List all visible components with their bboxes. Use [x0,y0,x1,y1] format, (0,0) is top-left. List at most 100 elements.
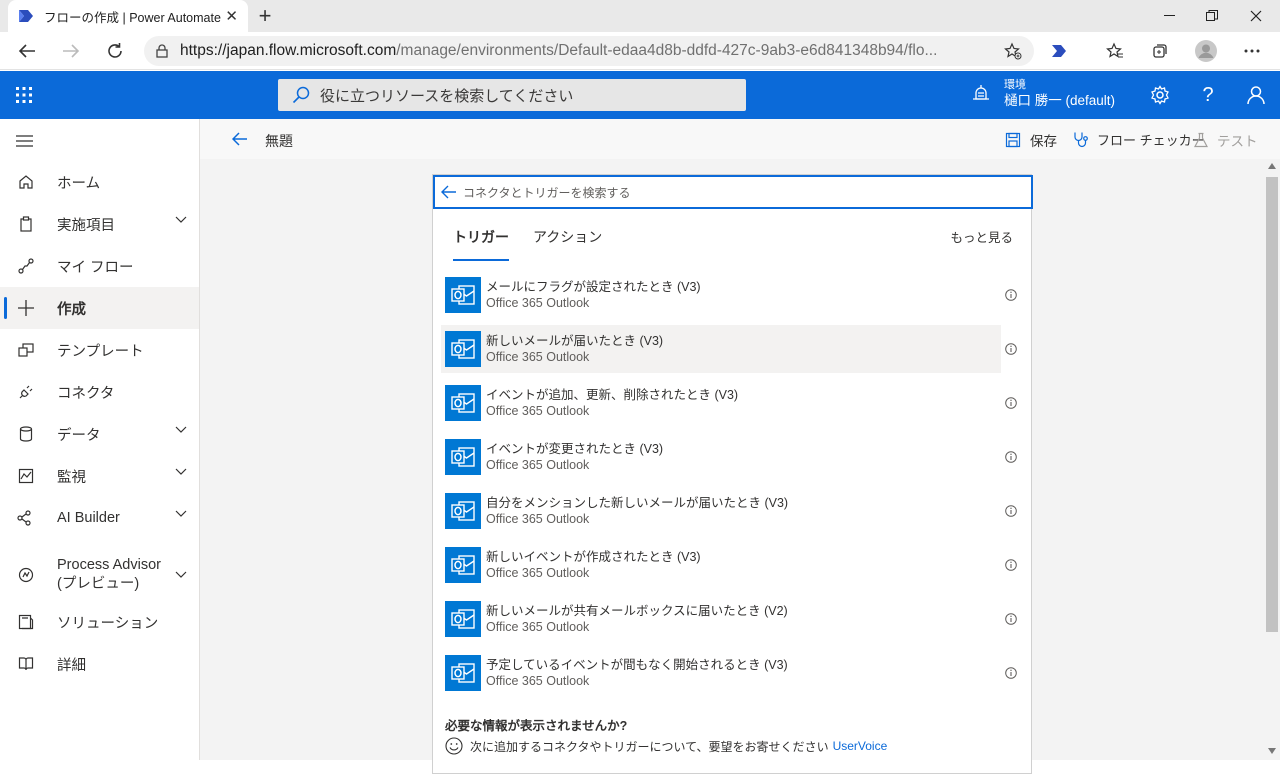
back-arrow-icon[interactable] [441,185,457,199]
outlook-connector-icon [445,277,481,313]
trigger-item[interactable]: 新しいメールが共有メールボックスに届いたとき (V2) Office 365 Ou… [441,595,1001,643]
collections-icon[interactable] [1145,36,1175,66]
trigger-connector: Office 365 Outlook [486,350,590,364]
stethoscope-icon [1072,131,1090,149]
flow-checker-label: フロー チェッカー [1097,133,1205,148]
flow-checker-button[interactable]: フロー チェッカー [1072,130,1205,149]
power-automate-extension-icon[interactable] [1044,36,1074,66]
uservoice-link[interactable]: UserVoice [833,739,888,753]
nav-item-my-flows[interactable]: マイ フロー [0,245,199,287]
forward-button[interactable] [56,36,86,66]
nav-label: 実施項目 [57,217,115,234]
nav-item-process-advisor[interactable]: Process Advisor (プレビュー) [0,549,199,601]
info-icon[interactable] [1005,505,1017,517]
more-options-icon[interactable] [1237,36,1267,66]
back-arrow-icon[interactable] [232,132,248,146]
browser-tab[interactable]: フローの作成 | Power Automate ✕ [8,0,248,32]
connector-search-placeholder: コネクタとトリガーを検索する [463,185,631,200]
refresh-button[interactable] [100,36,130,66]
address-bar[interactable]: https://japan.flow.microsoft.com/manage/… [144,36,1034,66]
clipboard-icon [16,214,36,234]
trigger-item[interactable]: イベントが追加、更新、削除されたとき (V3) Office 365 Outloo… [441,379,1001,427]
tab-actions[interactable]: アクション [533,227,602,261]
power-automate-logo-icon [18,9,34,23]
chevron-down-icon[interactable] [175,426,187,434]
nav-label: ソリューション [57,615,159,632]
nav-item-solutions[interactable]: ソリューション [0,601,199,643]
see-more-link[interactable]: もっと見る [950,227,1013,246]
chevron-down-icon[interactable] [175,216,187,224]
environment-icon [972,84,990,102]
trigger-item[interactable]: 予定しているイベントが間もなく開始されるとき (V3) Office 365 Ou… [441,649,1001,697]
add-favorite-icon[interactable] [1004,42,1022,60]
nav-item-action-items[interactable]: 実施項目 [0,203,199,245]
chevron-down-icon[interactable] [175,510,187,518]
footer-question: 必要な情報が表示されませんか? [445,719,628,733]
info-icon[interactable] [1005,397,1017,409]
test-button[interactable]: テスト [1193,130,1258,150]
browser-tab-title: フローの作成 | Power Automate [44,10,221,25]
nav-item-monitor[interactable]: 監視 [0,455,199,497]
resource-search-input[interactable]: 役に立つリソースを検索してください [278,79,746,111]
trigger-item[interactable]: イベントが変更されたとき (V3) Office 365 Outlook [441,433,1001,481]
nav-label: AI Builder [57,510,120,526]
close-window-button[interactable] [1234,0,1278,32]
hamburger-menu-icon[interactable] [16,135,34,147]
minimize-button[interactable] [1148,0,1192,32]
vertical-scrollbar[interactable] [1264,159,1280,760]
command-bar: 無題 保存 フロー チェッカー テスト [200,119,1280,159]
info-icon[interactable] [1005,451,1017,463]
chevron-down-icon[interactable] [175,571,187,579]
nav-item-learn[interactable]: 詳細 [0,643,199,685]
app-header: 役に立つリソースを検索してください 環境 樋口 勝一 (default) ? [0,71,1280,119]
tab-triggers[interactable]: トリガー [453,227,509,261]
nav-item-create[interactable]: 作成 [0,287,199,329]
nav-item-connectors[interactable]: コネクタ [0,371,199,413]
trigger-item[interactable]: メールにフラグが設定されたとき (V3) Office 365 Outlook [441,271,1001,319]
nav-item-data[interactable]: データ [0,413,199,455]
info-icon[interactable] [1005,343,1017,355]
lock-icon [156,44,168,58]
search-placeholder: 役に立つリソースを検索してください [320,87,574,105]
trigger-connector: Office 365 Outlook [486,404,590,418]
info-icon[interactable] [1005,613,1017,625]
outlook-connector-icon [445,493,481,529]
back-button[interactable] [12,36,42,66]
trigger-title: メールにフラグが設定されたとき (V3) [486,280,701,294]
nav-item-templates[interactable]: テンプレート [0,329,199,371]
close-tab-icon[interactable]: ✕ [225,7,238,25]
outlook-connector-icon [445,547,481,583]
nav-item-home[interactable]: ホーム [0,161,199,203]
connector-search-input[interactable]: コネクタとトリガーを検索する [433,175,1033,209]
settings-gear-icon[interactable] [1148,83,1172,107]
chevron-down-icon[interactable] [175,468,187,476]
nav-label: 監視 [57,469,86,486]
new-tab-button[interactable]: + [252,3,278,28]
trigger-item[interactable]: 新しいメールが届いたとき (V3) Office 365 Outlook [441,325,1001,373]
nav-label: ホーム [57,175,101,192]
trigger-item[interactable]: 自分をメンションした新しいメールが届いたとき (V3) Office 365 Ou… [441,487,1001,535]
outlook-connector-icon [445,385,481,421]
scrollbar-thumb[interactable] [1266,177,1278,632]
outlook-connector-icon [445,439,481,475]
app-launcher-icon[interactable] [12,83,36,107]
restore-button[interactable] [1190,0,1234,32]
info-icon[interactable] [1005,667,1017,679]
flow-title[interactable]: 無題 [265,131,293,151]
favorites-icon[interactable] [1100,36,1130,66]
environment-label: 環境 [1004,79,1026,91]
info-icon[interactable] [1005,559,1017,571]
plug-icon [16,382,36,402]
footer-text: 次に追加するコネクタやトリガーについて、要望をお寄せください [470,739,829,754]
trigger-title: イベントが変更されたとき (V3) [486,442,664,456]
environment-picker[interactable]: 環境 樋口 勝一 (default) [972,77,1115,109]
nav-item-ai-builder[interactable]: AI Builder [0,497,199,539]
info-icon[interactable] [1005,289,1017,301]
save-button[interactable]: 保存 [1005,130,1057,150]
trigger-item[interactable]: 新しいイベントが作成されたとき (V3) Office 365 Outlook [441,541,1001,589]
profile-avatar-icon[interactable] [1191,36,1221,66]
help-icon[interactable]: ? [1196,83,1220,107]
user-account-icon[interactable] [1244,83,1268,107]
save-icon [1005,132,1021,148]
flow-icon [16,256,36,276]
